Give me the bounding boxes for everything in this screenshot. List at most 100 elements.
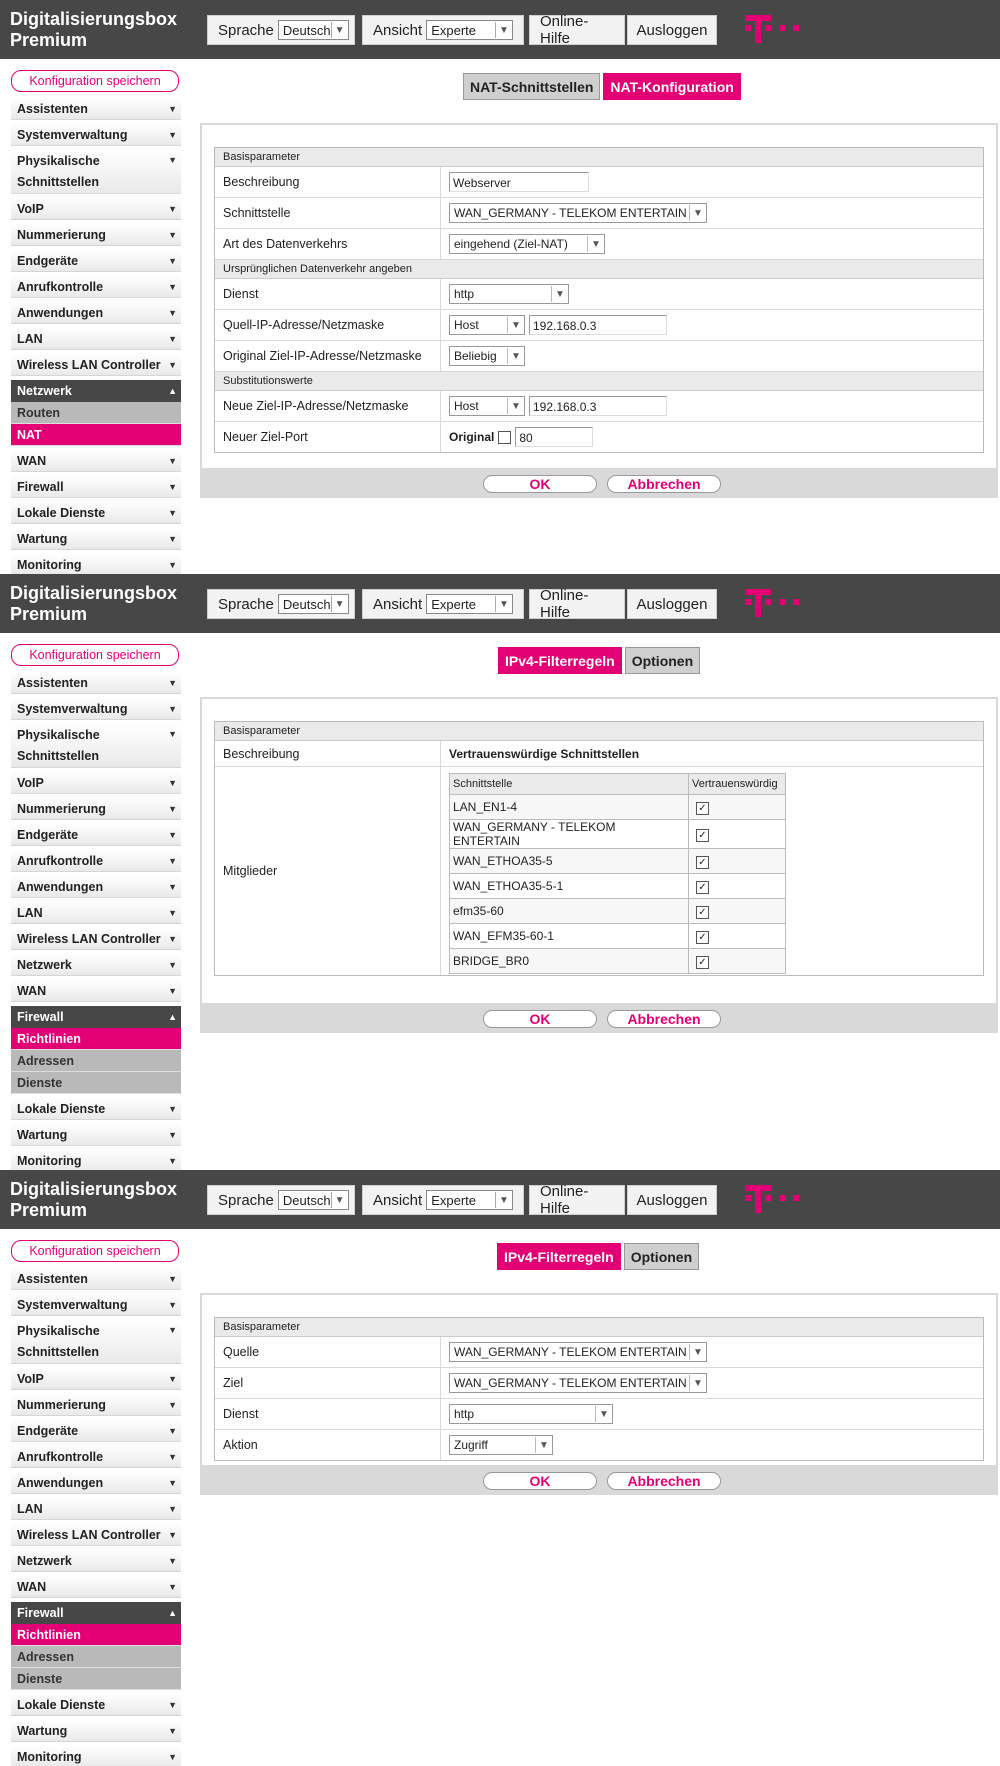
sidebar-item-systemverwaltung[interactable]: Systemverwaltung ▼: [11, 124, 181, 146]
sidebar-item-physikalische-schnittstellen[interactable]: Physikalische Schnittstellen ▼: [11, 1320, 181, 1364]
logout-button[interactable]: Ausloggen: [627, 1185, 717, 1215]
save-config-button[interactable]: Konfiguration speichern: [11, 70, 179, 92]
tab-options[interactable]: Optionen: [623, 1243, 700, 1270]
logout-button[interactable]: Ausloggen: [627, 15, 717, 45]
sidebar-item-wlan[interactable]: Wireless LAN Controller ▼: [11, 928, 181, 950]
sidebar-item-adressen[interactable]: Adressen: [11, 1646, 181, 1668]
sidebar-item-voip[interactable]: VoIP ▼: [11, 772, 181, 794]
new-dest-ip-type-select[interactable]: Host ▼: [449, 396, 525, 416]
port-original-checkbox[interactable]: [498, 430, 512, 444]
traffic-type-select[interactable]: eingehend (Ziel-NAT) ▼: [449, 234, 605, 254]
sidebar-item-wlan[interactable]: Wireless LAN Controller ▼: [11, 1524, 181, 1546]
sidebar-item-lokale-dienste[interactable]: Lokale Dienste ▼: [11, 1694, 181, 1716]
sidebar-item-systemverwaltung[interactable]: Systemverwaltung ▼: [11, 698, 181, 720]
online-help-button[interactable]: Online-Hilfe: [529, 13, 625, 47]
tab-ipv4-filter-rules[interactable]: IPv4-Filterregeln: [497, 1243, 621, 1270]
tab-nat-configuration[interactable]: NAT-Konfiguration: [603, 73, 741, 100]
sidebar-item-assistenten[interactable]: Assistenten ▼: [11, 1268, 181, 1290]
sidebar-item-anrufkontrolle[interactable]: Anrufkontrolle ▼: [11, 850, 181, 872]
save-config-button[interactable]: Konfiguration speichern: [11, 644, 179, 666]
sidebar-item-monitoring[interactable]: Monitoring ▼: [11, 1746, 181, 1766]
sidebar-item-wlan[interactable]: Wireless LAN Controller ▼: [11, 354, 181, 376]
sidebar-item-nummerierung[interactable]: Nummerierung ▼: [11, 798, 181, 820]
tab-options[interactable]: Optionen: [624, 647, 701, 674]
sidebar-item-adressen[interactable]: Adressen: [11, 1050, 181, 1072]
sidebar-item-lokale-dienste[interactable]: Lokale Dienste ▼: [11, 1098, 181, 1120]
sidebar-item-monitoring[interactable]: Monitoring ▼: [11, 1150, 181, 1170]
sidebar-item-netzwerk[interactable]: Netzwerk ▲: [11, 380, 181, 402]
sidebar-item-lan[interactable]: LAN ▼: [11, 328, 181, 350]
sidebar-item-lan[interactable]: LAN ▼: [11, 902, 181, 924]
sidebar-item-lokale-dienste[interactable]: Lokale Dienste ▼: [11, 502, 181, 524]
sidebar-item-lan[interactable]: LAN ▼: [11, 1498, 181, 1520]
interface-select[interactable]: WAN_GERMANY - TELEKOM ENTERTAIN ▼: [449, 203, 707, 223]
sidebar-item-dienste[interactable]: Dienste: [11, 1668, 181, 1690]
view-selector[interactable]: Ansicht Experte ▼: [362, 15, 524, 45]
sidebar-item-anrufkontrolle[interactable]: Anrufkontrolle ▼: [11, 276, 181, 298]
description-input[interactable]: Webserver: [449, 172, 589, 192]
sidebar-item-wartung[interactable]: Wartung ▼: [11, 528, 181, 550]
sidebar-item-nummerierung[interactable]: Nummerierung ▼: [11, 1394, 181, 1416]
view-selector[interactable]: Ansicht Experte ▼: [362, 1185, 524, 1215]
destination-select[interactable]: WAN_GERMANY - TELEKOM ENTERTAIN ▼: [449, 1373, 707, 1393]
save-config-button[interactable]: Konfiguration speichern: [11, 1240, 179, 1262]
online-help-button[interactable]: Online-Hilfe: [529, 1183, 625, 1217]
sidebar-item-richtlinien[interactable]: Richtlinien: [11, 1624, 181, 1646]
sidebar-item-voip[interactable]: VoIP ▼: [11, 198, 181, 220]
sidebar-item-monitoring[interactable]: Monitoring ▼: [11, 554, 181, 574]
sidebar-item-dienste[interactable]: Dienste: [11, 1072, 181, 1094]
sidebar-item-anwendungen[interactable]: Anwendungen ▼: [11, 302, 181, 324]
language-selector[interactable]: Sprache Deutsch ▼: [207, 589, 355, 619]
sidebar-item-physikalische-schnittstellen[interactable]: Physikalische Schnittstellen ▼: [11, 150, 181, 194]
sidebar-item-systemverwaltung[interactable]: Systemverwaltung ▼: [11, 1294, 181, 1316]
service-select[interactable]: http ▼: [449, 1404, 613, 1424]
sidebar-item-wartung[interactable]: Wartung ▼: [11, 1720, 181, 1742]
sidebar-item-wartung[interactable]: Wartung ▼: [11, 1124, 181, 1146]
sidebar-item-anwendungen[interactable]: Anwendungen ▼: [11, 876, 181, 898]
trusted-checkbox[interactable]: ✓: [696, 880, 709, 894]
tab-nat-interfaces[interactable]: NAT-Schnittstellen: [463, 73, 601, 100]
ok-button[interactable]: OK: [483, 1472, 597, 1490]
sidebar-item-richtlinien[interactable]: Richtlinien: [11, 1028, 181, 1050]
tab-ipv4-filter-rules[interactable]: IPv4-Filterregeln: [498, 647, 622, 674]
sidebar-item-wan[interactable]: WAN ▼: [11, 980, 181, 1002]
sidebar-item-assistenten[interactable]: Assistenten ▼: [11, 672, 181, 694]
language-selector[interactable]: Sprache Deutsch ▼: [207, 1185, 355, 1215]
service-select[interactable]: http ▼: [449, 284, 569, 304]
cancel-button[interactable]: Abbrechen: [607, 1010, 721, 1028]
trusted-checkbox[interactable]: ✓: [696, 828, 709, 842]
sidebar-item-nummerierung[interactable]: Nummerierung ▼: [11, 224, 181, 246]
sidebar-item-endgeraete[interactable]: Endgeräte ▼: [11, 824, 181, 846]
ok-button[interactable]: OK: [483, 1010, 597, 1028]
sidebar-item-assistenten[interactable]: Assistenten ▼: [11, 98, 181, 120]
sidebar-item-anwendungen[interactable]: Anwendungen ▼: [11, 1472, 181, 1494]
sidebar-item-netzwerk[interactable]: Netzwerk ▼: [11, 954, 181, 976]
sidebar-item-firewall[interactable]: Firewall ▲: [11, 1006, 181, 1028]
sidebar-item-firewall[interactable]: Firewall ▼: [11, 476, 181, 498]
sidebar-item-routen[interactable]: Routen: [11, 402, 181, 424]
trusted-checkbox[interactable]: ✓: [696, 801, 709, 815]
original-dest-ip-select[interactable]: Beliebig ▼: [449, 346, 525, 366]
sidebar-item-netzwerk[interactable]: Netzwerk ▼: [11, 1550, 181, 1572]
view-selector[interactable]: Ansicht Experte ▼: [362, 589, 524, 619]
new-dest-port-input[interactable]: 80: [515, 427, 594, 447]
sidebar-item-endgeraete[interactable]: Endgeräte ▼: [11, 250, 181, 272]
online-help-button[interactable]: Online-Hilfe: [529, 587, 625, 621]
source-ip-type-select[interactable]: Host ▼: [449, 315, 525, 335]
sidebar-item-nat[interactable]: NAT: [11, 424, 181, 446]
trusted-checkbox[interactable]: ✓: [696, 855, 709, 869]
new-dest-ip-input[interactable]: 192.168.0.3: [529, 396, 667, 416]
sidebar-item-endgeraete[interactable]: Endgeräte ▼: [11, 1420, 181, 1442]
cancel-button[interactable]: Abbrechen: [607, 475, 721, 493]
sidebar-item-anrufkontrolle[interactable]: Anrufkontrolle ▼: [11, 1446, 181, 1468]
cancel-button[interactable]: Abbrechen: [607, 1472, 721, 1490]
sidebar-item-physikalische-schnittstellen[interactable]: Physikalische Schnittstellen ▼: [11, 724, 181, 768]
source-select[interactable]: WAN_GERMANY - TELEKOM ENTERTAIN ▼: [449, 1342, 707, 1362]
logout-button[interactable]: Ausloggen: [627, 589, 717, 619]
sidebar-item-voip[interactable]: VoIP ▼: [11, 1368, 181, 1390]
sidebar-item-wan[interactable]: WAN ▼: [11, 1576, 181, 1598]
sidebar-item-wan[interactable]: WAN ▼: [11, 450, 181, 472]
action-select[interactable]: Zugriff ▼: [449, 1435, 553, 1455]
trusted-checkbox[interactable]: ✓: [696, 930, 709, 944]
ok-button[interactable]: OK: [483, 475, 597, 493]
